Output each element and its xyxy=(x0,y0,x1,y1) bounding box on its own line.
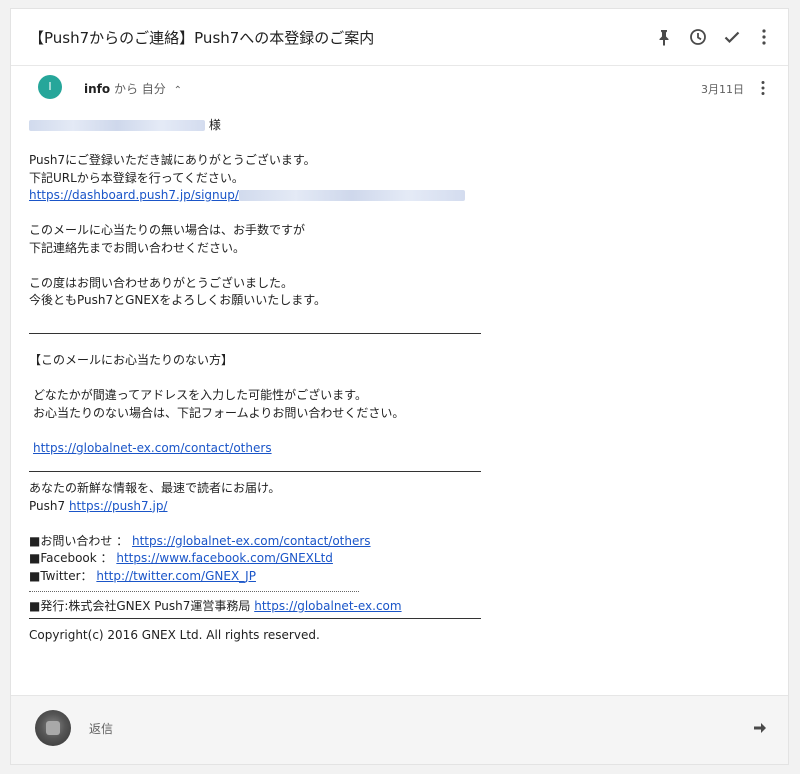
contact-link[interactable]: https://globalnet-ex.com/contact/others xyxy=(132,534,371,548)
email-subject: 【Push7からのご連絡】Push7への本登録のご案内 xyxy=(29,29,375,47)
contact-label: ■お問い合わせ ： xyxy=(29,533,132,548)
footer-twitter-line: ■Twitter： http://twitter.com/GNEX_JP xyxy=(29,568,589,586)
redacted-recipient xyxy=(29,120,205,131)
footer-facebook-line: ■Facebook ： https://www.facebook.com/GNE… xyxy=(29,550,589,568)
sender-name: info xyxy=(84,82,111,96)
expand-details-chevron-icon[interactable]: ⌃ xyxy=(174,85,182,96)
subject-bar: 【Push7からのご連絡】Push7への本登録のご案内 xyxy=(11,9,788,66)
reply-button[interactable]: 返信 xyxy=(89,720,113,737)
email-date: 3月11日 xyxy=(701,83,744,96)
body-paragraph: Push7にご登録いただき誠にありがとうございます。 xyxy=(29,153,316,167)
notice-heading: 【このメールにお心当たりのない方】 xyxy=(29,353,234,367)
recipient-name: 自分 xyxy=(141,82,166,96)
pin-icon[interactable] xyxy=(654,27,674,47)
body-paragraph: 今後ともPush7とGNEXをよろしくお願いいたします。 xyxy=(29,293,327,307)
facebook-label: ■Facebook ： xyxy=(29,551,117,565)
divider xyxy=(29,471,481,472)
footer-publisher-line: ■発行:株式会社GNEX Push7運営事務局 https://globalne… xyxy=(29,598,589,616)
facebook-link[interactable]: https://www.facebook.com/GNEXLtd xyxy=(116,551,333,565)
footer-contact-line: ■お問い合わせ ： https://globalnet-ex.com/conta… xyxy=(29,533,589,551)
forward-arrow-icon[interactable] xyxy=(752,720,768,736)
push7-link[interactable]: https://push7.jp/ xyxy=(69,499,168,513)
sender-from-suffix: から xyxy=(110,82,142,96)
notice-paragraph: お心当たりのない場合は、下記フォームよりお問い合わせください。 xyxy=(33,405,405,420)
email-card: 【Push7からのご連絡】Push7への本登録のご案内 I info から 自分… xyxy=(10,8,789,765)
reply-bar: 返信 xyxy=(11,695,788,764)
sender-info[interactable]: info から 自分 ⌃ xyxy=(84,80,182,97)
divider xyxy=(29,333,481,334)
signup-link-line: https://dashboard.push7.jp/signup/ xyxy=(29,187,589,205)
divider xyxy=(29,617,481,619)
twitter-link[interactable]: http://twitter.com/GNEX_JP xyxy=(96,569,256,583)
publisher-label: ■発行:株式会社GNEX Push7運営事務局 xyxy=(29,599,255,613)
salutation-line: 様 xyxy=(29,117,589,135)
body-paragraph: この度はお問い合わせありがとうございました。 xyxy=(29,275,294,290)
notice-paragraph: どなたかが間違ってアドレスを入力した可能性がございます。 xyxy=(33,388,367,402)
mark-done-check-icon[interactable] xyxy=(722,27,742,47)
user-avatar xyxy=(35,710,71,746)
email-body: 様 Push7にご登録いただき誠にありがとうございます。 下記URLから本登録を… xyxy=(29,117,589,644)
push7-label: Push7 xyxy=(29,498,69,513)
publisher-link[interactable]: https://globalnet-ex.com xyxy=(254,599,401,613)
more-options-icon[interactable] xyxy=(754,27,774,47)
notice-link-line: https://globalnet-ex.com/contact/others xyxy=(29,440,589,458)
snooze-clock-icon[interactable] xyxy=(688,27,708,47)
body-paragraph: 下記連絡先までお問い合わせください。 xyxy=(29,240,246,255)
twitter-label: ■Twitter： xyxy=(29,568,97,583)
copyright: Copyright(c) 2016 GNEX Ltd. All rights r… xyxy=(29,627,320,642)
sender-row: I info から 自分 ⌃ 3月11日 xyxy=(11,75,788,103)
redacted-token xyxy=(238,190,465,201)
footer-push7-line: Push7 https://push7.jp/ xyxy=(29,498,589,516)
dotted-divider xyxy=(29,591,359,592)
sender-avatar: I xyxy=(38,75,62,99)
contact-others-link[interactable]: https://globalnet-ex.com/contact/others xyxy=(33,441,272,455)
signup-link[interactable]: https://dashboard.push7.jp/signup/ xyxy=(29,188,239,202)
body-paragraph: このメールに心当たりの無い場合は、お手数ですが xyxy=(29,223,306,237)
salutation-suffix: 様 xyxy=(208,118,221,132)
body-paragraph: 下記URLから本登録を行ってください。 xyxy=(29,170,244,185)
message-more-icon[interactable] xyxy=(754,79,772,97)
footer-tagline: あなたの新鮮な情報を、最速で読者にお届け。 xyxy=(29,481,281,495)
